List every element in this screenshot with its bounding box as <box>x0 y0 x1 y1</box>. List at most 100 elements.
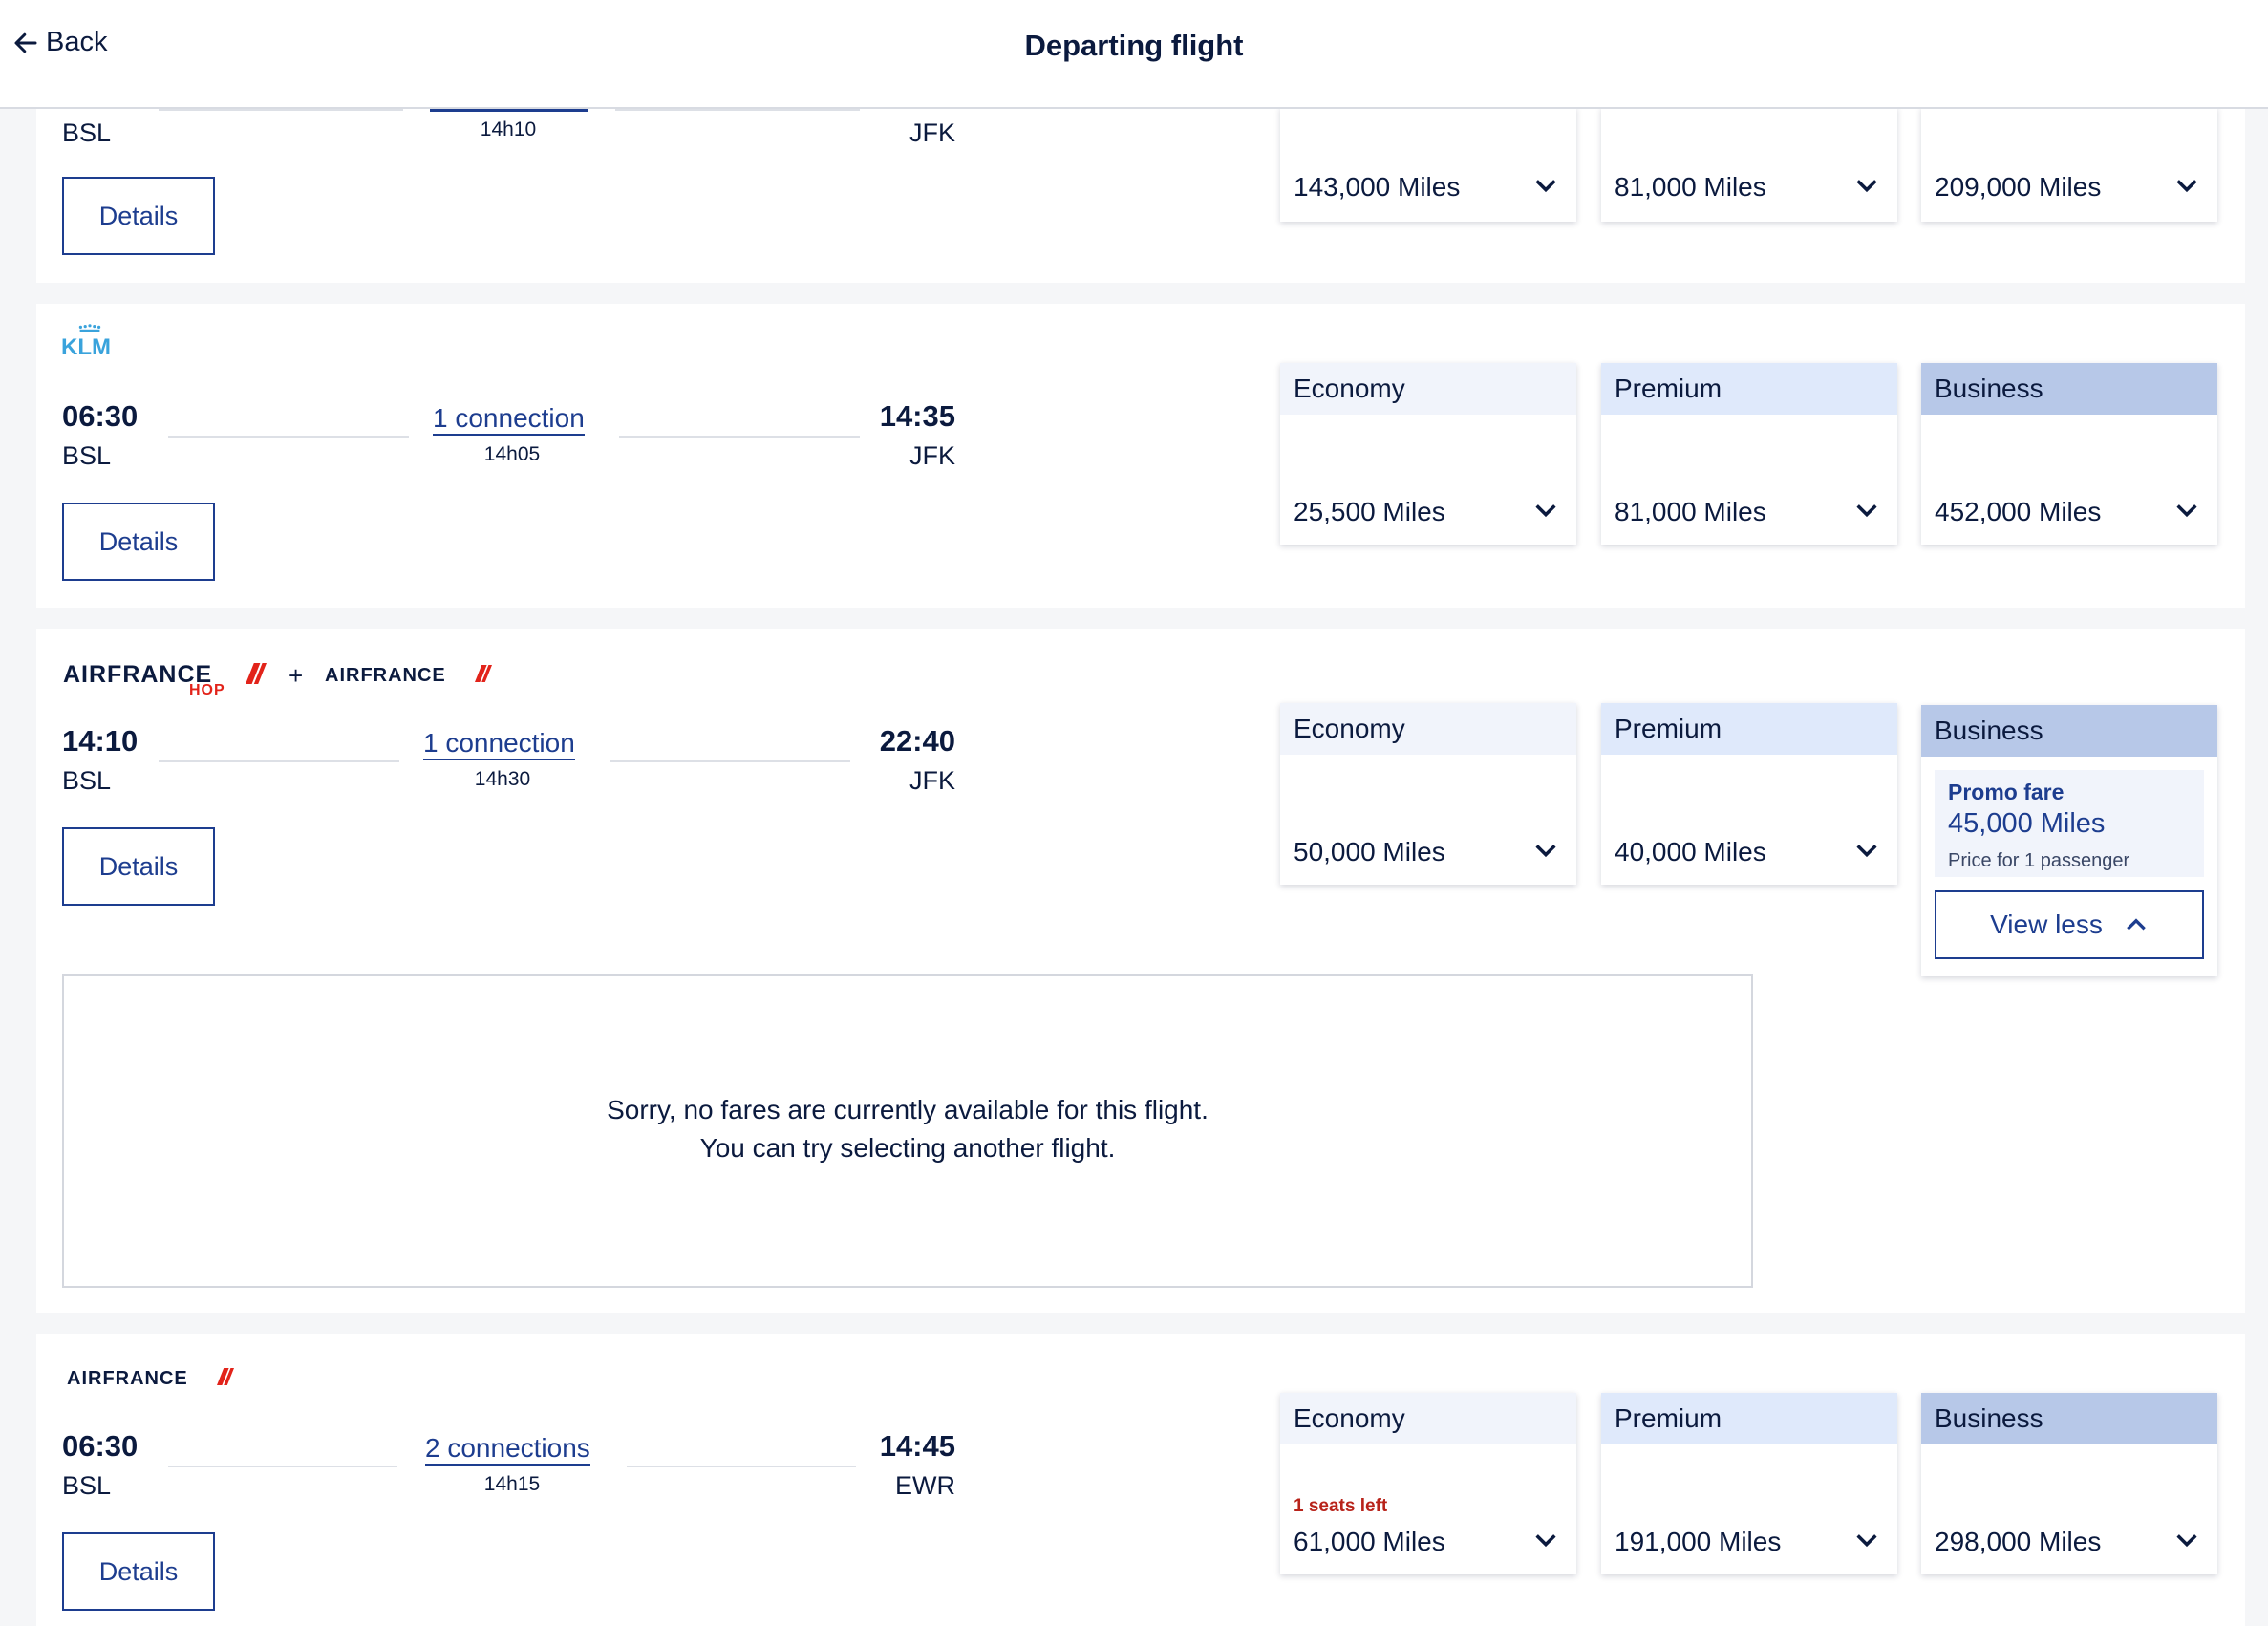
economy-fare[interactable]: 143,000 Miles <box>1280 107 1576 222</box>
fare-price: 191,000 Miles <box>1615 1527 1782 1556</box>
details-button[interactable]: Details <box>62 827 215 906</box>
arrival-time: 14:35 <box>879 399 955 433</box>
route-line <box>168 1466 397 1467</box>
flight-duration: 14h10 <box>480 118 537 140</box>
origin-code: BSL <box>62 766 112 795</box>
price-note: Price for 1 passenger <box>1948 850 2130 871</box>
plus-sign: + <box>289 661 304 690</box>
airfrance-stripe-icon <box>217 1368 234 1385</box>
business-fare[interactable]: Business 452,000 Miles <box>1921 363 2217 545</box>
business-fare[interactable]: Business 298,000 Miles <box>1921 1393 2217 1574</box>
fare-class-label: Premium <box>1601 363 1897 415</box>
airfrance-stripe-icon <box>246 663 267 684</box>
route-line <box>619 436 860 438</box>
details-button[interactable]: Details <box>62 1532 215 1611</box>
airfrance-hop-logo: AIRFRANCE HOP <box>63 661 283 699</box>
route-line-active <box>430 109 588 112</box>
origin-code: BSL <box>62 1471 112 1500</box>
airfrance-logo: AIRFRANCE <box>325 663 497 692</box>
flight-duration: 14h15 <box>483 1473 541 1495</box>
no-fares-suggestion: You can try selecting another flight. <box>699 1133 1116 1163</box>
fare-price: 143,000 Miles <box>1294 172 1461 202</box>
premium-fare[interactable]: Premium 81,000 Miles <box>1601 363 1897 545</box>
fare-price: 25,500 Miles <box>1294 497 1445 526</box>
chevron-down-icon <box>1535 1534 1556 1548</box>
flight-card-1: 14h10 BSL JFK Details 143,000 Miles 81,0… <box>36 107 2245 283</box>
klm-logo: KLM <box>61 323 120 361</box>
flight-duration: 14h05 <box>483 443 541 465</box>
details-button[interactable]: Details <box>62 503 215 581</box>
route-line <box>615 109 860 111</box>
fare-class-label: Economy <box>1280 1393 1576 1444</box>
fare-class-label: Business <box>1921 705 2217 757</box>
fare-class-label: Economy <box>1280 703 1576 755</box>
crown-icon <box>78 324 101 332</box>
fare-price: 81,000 Miles <box>1615 497 1766 526</box>
route-line <box>159 109 403 111</box>
airfrance-logo: AIRFRANCE <box>67 1368 248 1397</box>
view-less-label: View less <box>1990 909 2103 939</box>
promo-fare-label: Promo fare <box>1948 780 2065 804</box>
destination-code: JFK <box>909 766 955 795</box>
page-title: Departing flight <box>1024 29 1244 62</box>
fare-price: 50,000 Miles <box>1294 837 1445 866</box>
fare-price: 452,000 Miles <box>1935 497 2102 526</box>
chevron-down-icon <box>1856 1534 1877 1548</box>
destination-code: EWR <box>895 1471 955 1500</box>
fare-class-label: Premium <box>1601 703 1897 755</box>
details-button[interactable]: Details <box>62 177 215 255</box>
chevron-down-icon <box>1856 180 1877 193</box>
departure-time: 06:30 <box>62 399 139 433</box>
chevron-down-icon <box>1856 845 1877 858</box>
klm-logo-text: KLM <box>61 334 111 360</box>
arrival-time: 22:40 <box>879 724 955 758</box>
flight-card-3: AIRFRANCE HOP + AIRFRANCE 14:10 1 connec… <box>36 629 2245 1313</box>
flight-card-2: KLM 06:30 1 connection 14h05 14:35 BSL J… <box>36 304 2245 608</box>
route-line <box>159 760 399 762</box>
chevron-down-icon <box>1856 504 1877 518</box>
fare-class-label: Premium <box>1601 1393 1897 1444</box>
chevron-up-icon <box>2127 918 2146 931</box>
destination-code: JFK <box>909 118 955 147</box>
no-fares-panel: Sorry, no fares are currently available … <box>62 974 1753 1288</box>
promo-fare-box[interactable]: Promo fare 45,000 Miles Price for 1 pass… <box>1935 770 2204 877</box>
route-line <box>168 436 409 438</box>
origin-code: BSL <box>62 118 112 147</box>
fare-price: 298,000 Miles <box>1935 1527 2102 1556</box>
connection-link[interactable]: 1 connection <box>423 728 575 760</box>
airfrance-logo-text: AIRFRANCE <box>67 1368 188 1389</box>
airfrance-logo-text: AIRFRANCE <box>325 665 446 686</box>
premium-fare[interactable]: Premium 191,000 Miles <box>1601 1393 1897 1574</box>
economy-fare[interactable]: Economy 50,000 Miles <box>1280 703 1576 885</box>
view-less-button[interactable]: View less <box>1935 890 2204 959</box>
economy-fare[interactable]: Economy 1 seats left 61,000 Miles <box>1280 1393 1576 1574</box>
airfrance-stripe-icon <box>475 665 492 682</box>
fare-price: 40,000 Miles <box>1615 837 1766 866</box>
chevron-down-icon <box>2176 1534 2197 1548</box>
arrival-time: 14:45 <box>879 1429 955 1463</box>
chevron-down-icon <box>1535 180 1556 193</box>
promo-fare-price: 45,000 Miles <box>1948 808 2106 839</box>
origin-code: BSL <box>62 441 112 470</box>
seats-left-badge: 1 seats left <box>1294 1496 1388 1516</box>
connection-link[interactable]: 1 connection <box>433 403 585 436</box>
business-fare[interactable]: 209,000 Miles <box>1921 107 2217 222</box>
flight-duration: 14h30 <box>474 768 531 790</box>
chevron-down-icon <box>2176 180 2197 193</box>
hop-logo-text: HOP <box>189 682 225 698</box>
fare-price: 61,000 Miles <box>1294 1527 1445 1556</box>
departure-time: 14:10 <box>62 724 139 758</box>
destination-code: JFK <box>909 441 955 470</box>
fare-price: 209,000 Miles <box>1935 172 2102 202</box>
route-line <box>627 1466 856 1467</box>
premium-fare[interactable]: Premium 40,000 Miles <box>1601 703 1897 885</box>
premium-fare[interactable]: 81,000 Miles <box>1601 107 1897 222</box>
route-line <box>610 760 850 762</box>
fare-class-label: Business <box>1921 363 2217 415</box>
flight-card-4: AIRFRANCE 06:30 2 connections 14h15 14:4… <box>36 1334 2245 1626</box>
connection-link[interactable]: 2 connections <box>425 1433 590 1466</box>
top-header: Back Departing flight <box>0 0 2268 109</box>
fare-class-label: Business <box>1921 1393 2217 1444</box>
economy-fare[interactable]: Economy 25,500 Miles <box>1280 363 1576 545</box>
business-fare-expanded[interactable]: Business Promo fare 45,000 Miles Price f… <box>1921 705 2217 976</box>
